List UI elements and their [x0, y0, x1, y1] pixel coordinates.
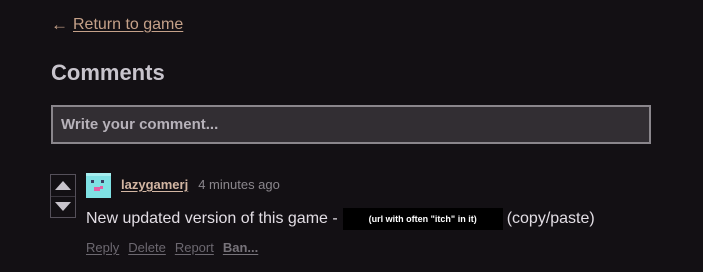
page: ← Return to game Comments Write your com…: [0, 0, 703, 272]
report-link[interactable]: Report: [175, 240, 214, 256]
return-to-game-link[interactable]: ← Return to game: [51, 15, 183, 35]
comment-text-end: (copy/paste): [506, 210, 595, 227]
avatar[interactable]: [86, 173, 111, 198]
ban-link[interactable]: Ban...: [223, 240, 258, 256]
delete-link[interactable]: Delete: [128, 240, 166, 256]
comment-meta: lazygamerj 4 minutes ago: [121, 177, 280, 193]
left-arrow-icon: ←: [51, 15, 68, 34]
comment-actions: Reply Delete Report Ban...: [86, 240, 258, 256]
comment-input-placeholder: Write your comment...: [61, 116, 219, 133]
comment-body: New updated version of this game - (url …: [86, 208, 595, 230]
upvote-button[interactable]: [51, 175, 75, 196]
vote-widget: [50, 174, 76, 218]
reply-link[interactable]: Reply: [86, 240, 119, 256]
redacted-url-box: (url with often "itch" in it): [342, 208, 503, 230]
comment-timestamp: 4 minutes ago: [198, 177, 280, 192]
triangle-up-icon: [55, 180, 71, 190]
downvote-button[interactable]: [51, 197, 75, 218]
comment-text-start: New updated version of this game -: [86, 210, 338, 227]
return-to-game-label: Return to game: [73, 16, 184, 33]
triangle-down-icon: [55, 202, 71, 212]
comments-heading: Comments: [51, 60, 165, 85]
comment-input[interactable]: Write your comment...: [51, 105, 651, 144]
avatar-image: [86, 173, 111, 198]
comment-author-link[interactable]: lazygamerj: [121, 177, 188, 193]
